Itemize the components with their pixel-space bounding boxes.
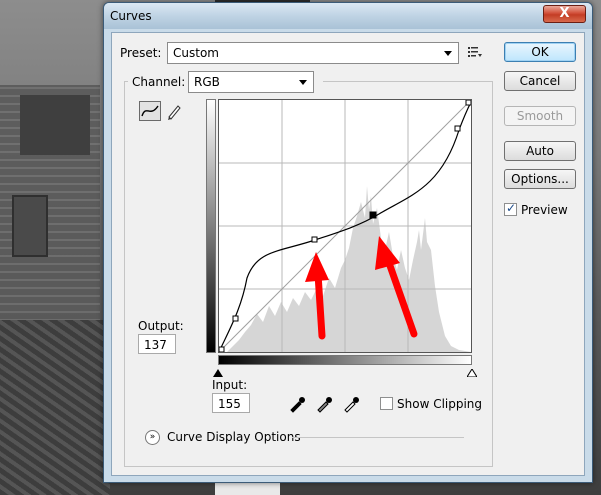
show-clipping-label: Show Clipping <box>397 397 483 411</box>
input-value: 155 <box>218 397 241 411</box>
gray-eyedropper-icon[interactable] <box>315 395 333 413</box>
options-button[interactable]: Options... <box>504 169 576 189</box>
curve-graph[interactable] <box>218 99 472 353</box>
show-clipping-checkbox[interactable] <box>380 397 393 410</box>
curve-tool-button[interactable] <box>139 101 161 121</box>
group-frame-top-right <box>323 81 493 82</box>
white-eyedropper-icon[interactable] <box>342 395 360 413</box>
output-gradient-bar <box>206 99 216 353</box>
curve-point-active[interactable] <box>369 211 377 219</box>
background-door <box>12 195 48 257</box>
curve-endpoint-black[interactable] <box>218 346 225 353</box>
dialog-client-area: Preset: Custom Channel: RGB Output: 137 … <box>111 32 585 476</box>
curve-point[interactable] <box>232 315 239 322</box>
channel-dropdown[interactable]: RGB <box>188 71 314 93</box>
white-point-slider[interactable] <box>466 366 478 378</box>
preview-label: Preview <box>521 203 568 217</box>
output-label: Output: <box>138 319 184 333</box>
cancel-button[interactable]: Cancel <box>504 71 576 91</box>
pencil-tool-button[interactable] <box>163 101 185 121</box>
preset-value: Custom <box>173 46 219 60</box>
curve-display-options-label: Curve Display Options <box>167 430 301 444</box>
output-value: 137 <box>144 338 167 352</box>
group-frame-right <box>492 81 493 466</box>
background-rocks <box>0 320 110 495</box>
input-field[interactable]: 155 <box>212 393 250 413</box>
ok-button[interactable]: OK <box>504 42 576 62</box>
curve-endpoint-white[interactable] <box>465 99 472 106</box>
close-button[interactable]: X <box>543 5 586 23</box>
channel-label: Channel: <box>132 75 186 89</box>
auto-button[interactable]: Auto <box>504 141 576 161</box>
curve-point[interactable] <box>311 236 318 243</box>
output-field[interactable]: 137 <box>138 334 176 354</box>
title-bar[interactable]: Curves X <box>104 3 592 29</box>
background-tower-top <box>20 95 90 155</box>
preset-dropdown[interactable]: Custom <box>167 42 459 64</box>
curve-display-options-divider <box>292 437 464 438</box>
curves-dialog: Curves X Preset: Custom Channel: RGB Out… <box>103 2 593 483</box>
pencil-tool-icon <box>168 105 181 120</box>
black-eyedropper-icon[interactable] <box>288 395 306 413</box>
curve-tool-icon <box>141 105 159 117</box>
preview-checkbox[interactable] <box>504 201 517 216</box>
chevron-down-icon <box>299 80 307 85</box>
chevron-down-icon <box>444 51 452 56</box>
group-frame-bottom <box>124 466 493 467</box>
input-label: Input: <box>212 378 248 392</box>
expand-chevron-icon[interactable]: » <box>145 430 160 445</box>
channel-value: RGB <box>194 75 220 89</box>
input-gradient-bar <box>218 355 472 365</box>
group-frame-left <box>124 81 125 466</box>
preset-menu-icon[interactable] <box>468 46 482 58</box>
preset-label: Preset: <box>120 46 162 60</box>
dialog-title: Curves <box>110 9 152 23</box>
black-point-slider[interactable] <box>213 366 223 377</box>
curve-point[interactable] <box>454 125 461 132</box>
smooth-button[interactable]: Smooth <box>504 106 576 126</box>
curve-graph-svg <box>218 99 472 353</box>
